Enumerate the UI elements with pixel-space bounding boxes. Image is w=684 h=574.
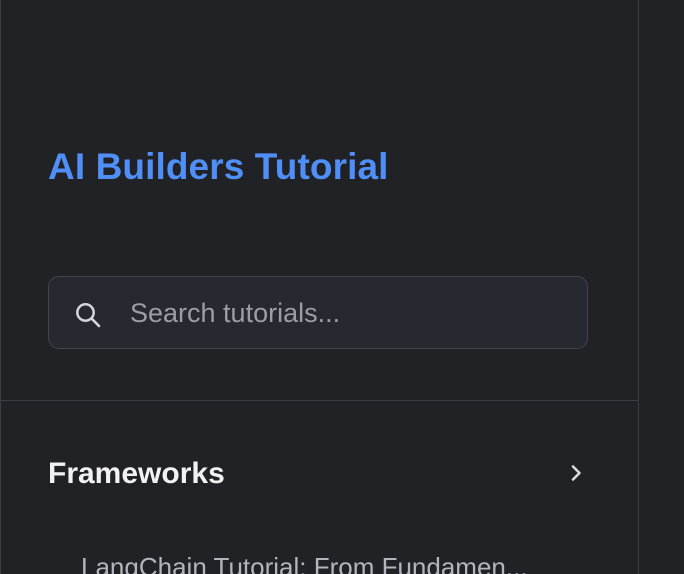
search-box[interactable] [48, 276, 588, 349]
sidebar: AI Builders Tutorial Frameworks LangChai… [0, 0, 639, 574]
site-title[interactable]: AI Builders Tutorial [48, 145, 389, 189]
app-window: AI Builders Tutorial Frameworks LangChai… [0, 0, 684, 574]
chevron-right-icon[interactable] [565, 462, 587, 484]
main-content-edge [639, 0, 684, 574]
nav-section-frameworks[interactable]: Frameworks [48, 448, 593, 500]
search-input[interactable] [130, 292, 560, 334]
sidebar-header: AI Builders Tutorial [1, 0, 638, 401]
tutorial-nav: Frameworks LangChain Tutorial: From Fund… [1, 401, 638, 574]
nav-section-label: Frameworks [48, 457, 225, 490]
nav-item-langchain-tutorial[interactable]: LangChain Tutorial: From Fundamen... [81, 549, 584, 574]
search-icon [76, 303, 101, 328]
